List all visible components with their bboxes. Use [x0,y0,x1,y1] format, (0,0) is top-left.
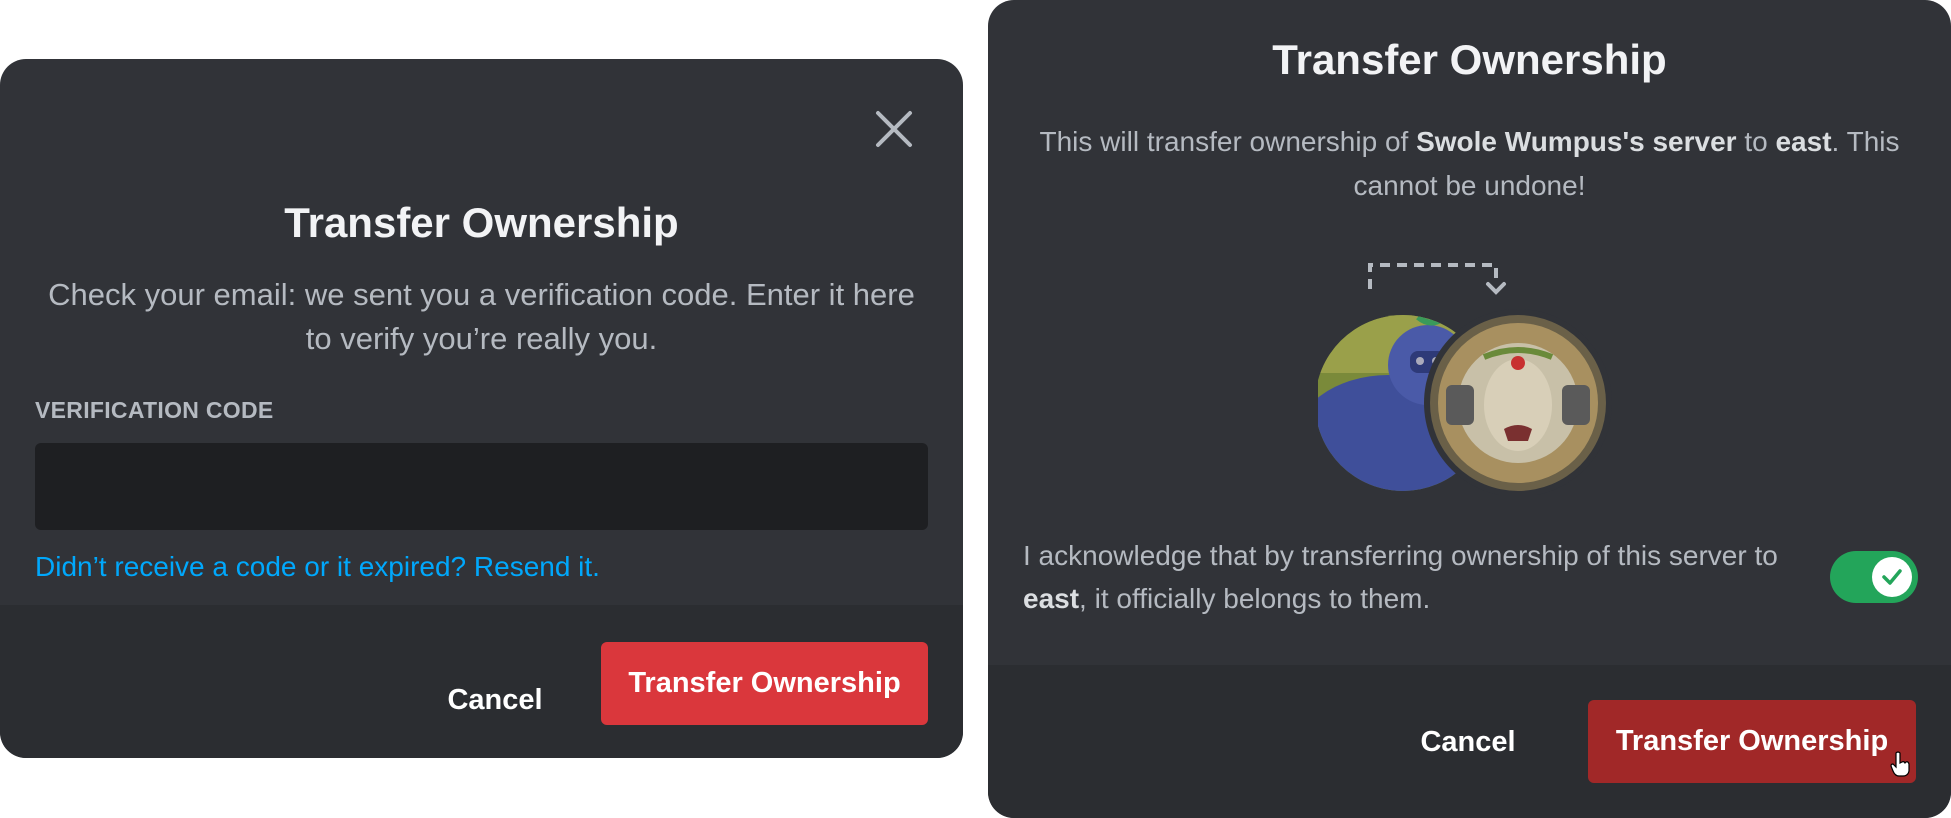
ack-prefix: I acknowledge that by transferring owner… [1023,540,1778,571]
verification-modal: Transfer Ownership Check your email: we … [0,59,963,758]
transfer-confirm-modal: Transfer Ownership This will transfer ow… [988,0,1951,818]
verification-code-input[interactable] [35,443,928,530]
resend-code-link[interactable]: Didn’t receive a code or it expired? Res… [35,551,600,583]
transfer-ownership-button[interactable]: Transfer Ownership [601,642,928,725]
acknowledge-toggle[interactable] [1830,551,1918,603]
close-button[interactable] [872,107,916,151]
check-icon [1882,569,1902,585]
hand-cursor-icon [1890,751,1910,777]
modal-description: This will transfer ownership of Swole Wu… [1018,120,1921,208]
transfer-arrow-icon [1368,263,1506,295]
toggle-knob [1872,557,1912,597]
cancel-button[interactable]: Cancel [1403,722,1533,762]
transfer-ownership-button[interactable]: Transfer Ownership [1588,700,1916,783]
ack-suffix: , it officially belongs to them. [1079,583,1431,614]
new-owner-name: east [1775,126,1832,157]
transfer-graphic [1318,263,1612,495]
server-name: Swole Wumpus's server [1416,126,1737,157]
close-icon [876,111,912,147]
modal-title: Transfer Ownership [1272,36,1667,83]
ack-user: east [1023,583,1080,614]
modal-title: Transfer Ownership [284,199,679,246]
desc-prefix: This will transfer ownership of [1039,126,1417,157]
verification-code-label: VERIFICATION CODE [35,397,274,423]
cancel-button[interactable]: Cancel [430,680,560,720]
acknowledge-text: I acknowledge that by transferring owner… [1023,534,1833,620]
modal-description: Check your email: we sent you a verifica… [48,277,915,356]
desc-to: to [1736,126,1776,157]
